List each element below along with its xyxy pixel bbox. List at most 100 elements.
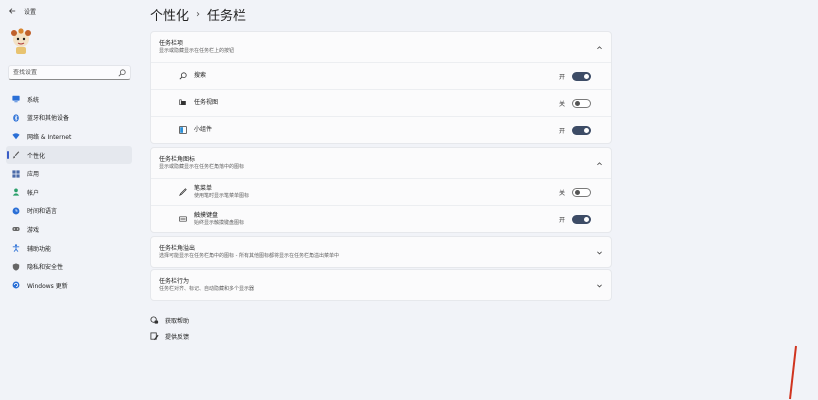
section-title: 任务栏角图标 [159, 156, 196, 163]
breadcrumb-parent[interactable]: 个性化 [150, 5, 189, 24]
keyboard-icon [179, 215, 187, 223]
touch-keyboard-toggle[interactable] [572, 214, 591, 224]
setting-row-search: 搜索 开 [151, 62, 611, 89]
setting-description: 使用笔时显示笔菜单图标 [194, 192, 250, 199]
give-feedback-label: 提供反馈 [165, 333, 190, 341]
sidebar-item-windows-update[interactable]: Windows 更新 [6, 276, 132, 295]
setting-row-pen-menu: 笔菜单 使用笔时显示笔菜单图标 关 [151, 178, 611, 205]
title-bar: 设置 [0, 0, 140, 22]
taskbar-behaviors-card[interactable]: 任务栏行为 任务栏对齐、标记、自动隐藏和多个显示器 [150, 269, 612, 301]
widgets-toggle[interactable] [572, 125, 591, 135]
toggle-knob [575, 189, 580, 195]
sidebar-item-label: 网络 & Internet [27, 133, 72, 141]
pen-menu-toggle[interactable] [572, 187, 591, 197]
toggle-state-text: 开 [558, 73, 565, 81]
task-view-icon [179, 99, 187, 107]
sidebar-item-system[interactable]: 系统 [6, 90, 132, 109]
sidebar-item-apps[interactable]: 应用 [6, 164, 132, 183]
corner-icons-header[interactable]: 任务栏角图标 显示或隐藏显示在任务栏角落中的图标 [151, 148, 611, 178]
setting-description: 始终显示触摸键盘图标 [194, 219, 245, 226]
sidebar-item-label: 蓝牙和其他设备 [27, 115, 70, 123]
sidebar-item-label: 个性化 [27, 152, 46, 160]
back-arrow-icon [9, 8, 16, 14]
setting-label: 任务视图 [194, 99, 219, 106]
taskbar-behaviors-header[interactable]: 任务栏行为 任务栏对齐、标记、自动隐藏和多个显示器 [151, 270, 611, 300]
setting-label: 小组件 [194, 126, 213, 133]
sidebar-item-privacy[interactable]: 隐私和安全性 [6, 257, 132, 276]
taskbar-items-header[interactable]: 任务栏项 显示或隐藏显示在任务栏上的按钮 [151, 32, 611, 62]
sidebar-item-label: 应用 [27, 171, 40, 179]
corner-overflow-header[interactable]: 任务栏角溢出 选择可能显示在任务栏角中的图标 - 所有其他图标都将显示在任务栏角… [151, 237, 611, 267]
setting-label: 触摸键盘 [194, 211, 219, 219]
sidebar-item-network[interactable]: 网络 & Internet [6, 127, 132, 146]
brush-icon [12, 151, 20, 159]
update-icon [12, 281, 20, 289]
toggle-state-text: 开 [558, 127, 565, 135]
accessibility-icon [12, 244, 20, 252]
toggle-knob [575, 100, 580, 106]
setting-label: 笔菜单 [194, 184, 213, 192]
globe-clock-icon [12, 207, 20, 215]
apps-icon [12, 170, 20, 178]
search-icon [118, 68, 126, 76]
setting-row-task-view: 任务视图 关 [151, 89, 611, 116]
section-title: 任务栏角溢出 [159, 245, 196, 252]
feedback-icon [150, 331, 159, 341]
sidebar-item-label: 辅助功能 [27, 245, 52, 253]
corner-overflow-card[interactable]: 任务栏角溢出 选择可能显示在任务栏角中的图标 - 所有其他图标都将显示在任务栏角… [150, 236, 612, 268]
search-box[interactable] [8, 65, 131, 80]
avatar[interactable] [8, 28, 34, 56]
task-view-toggle[interactable] [572, 98, 591, 108]
search-input[interactable] [13, 69, 118, 76]
widgets-icon [179, 126, 187, 134]
sidebar-item-label: 系统 [27, 96, 40, 104]
search-icon [179, 72, 187, 80]
gamepad-icon [12, 225, 20, 233]
toggle-knob [584, 73, 589, 79]
wifi-icon [12, 132, 20, 140]
search-toggle[interactable] [572, 71, 591, 81]
sidebar-item-label: 时间和语言 [27, 208, 58, 216]
taskbar-items-card: 任务栏项 显示或隐藏显示在任务栏上的按钮 搜索 开 任务视图 关 小组件 开 [150, 31, 612, 144]
breadcrumb: 个性化 › 任务栏 [150, 4, 246, 24]
help-chat-icon [150, 315, 159, 325]
breadcrumb-separator: › [196, 8, 201, 20]
toggle-state-text: 关 [558, 189, 565, 197]
section-subtitle: 选择可能显示在任务栏角中的图标 - 所有其他图标都将显示在任务栏角溢出菜单中 [159, 253, 339, 259]
give-feedback-link[interactable]: 提供反馈 [150, 328, 189, 344]
section-subtitle: 显示或隐藏显示在任务栏角落中的图标 [159, 164, 245, 170]
get-help-link[interactable]: 获取帮助 [150, 312, 189, 328]
sidebar-item-accessibility[interactable]: 辅助功能 [6, 239, 132, 258]
chevron-up-icon[interactable] [595, 43, 603, 51]
setting-label: 搜索 [194, 72, 207, 79]
sidebar-item-bluetooth[interactable]: 蓝牙和其他设备 [6, 109, 132, 128]
sidebar-item-gaming[interactable]: 游戏 [6, 220, 132, 239]
setting-row-touch-keyboard: 触摸键盘 始终显示触摸键盘图标 开 [151, 205, 611, 232]
get-help-label: 获取帮助 [165, 317, 190, 325]
chevron-down-icon[interactable] [595, 248, 603, 256]
sidebar-item-label: 游戏 [27, 226, 40, 234]
bluetooth-icon [12, 114, 20, 122]
person-icon [12, 188, 20, 196]
chevron-up-icon[interactable] [595, 159, 603, 167]
sidebar-item-personalization[interactable]: 个性化 [6, 145, 132, 165]
chevron-down-icon[interactable] [595, 281, 603, 289]
red-annotation-mark [789, 345, 797, 400]
sidebar-nav: 系统 蓝牙和其他设备 网络 & Internet 个性化 应用 帐户 时间和语言 [6, 90, 132, 295]
settings-window: 设置 系统 蓝牙和其他设备 网络 & Internet [0, 0, 818, 400]
toggle-knob [584, 216, 589, 222]
app-title: 设置 [24, 8, 37, 16]
sidebar-item-label: 隐私和安全性 [27, 264, 64, 272]
sidebar-item-label: Windows 更新 [27, 282, 68, 290]
sidebar-item-label: 帐户 [27, 189, 40, 197]
section-title: 任务栏项 [159, 40, 184, 47]
sidebar-item-accounts[interactable]: 帐户 [6, 183, 132, 202]
toggle-state-text: 开 [558, 216, 565, 224]
section-subtitle: 显示或隐藏显示在任务栏上的按钮 [159, 48, 235, 54]
pen-icon [179, 188, 187, 196]
toggle-state-text: 关 [558, 100, 565, 108]
sidebar-item-time-language[interactable]: 时间和语言 [6, 202, 132, 221]
page-title: 任务栏 [207, 8, 247, 24]
back-button[interactable] [2, 1, 22, 21]
section-subtitle: 任务栏对齐、标记、自动隐藏和多个显示器 [159, 286, 255, 292]
